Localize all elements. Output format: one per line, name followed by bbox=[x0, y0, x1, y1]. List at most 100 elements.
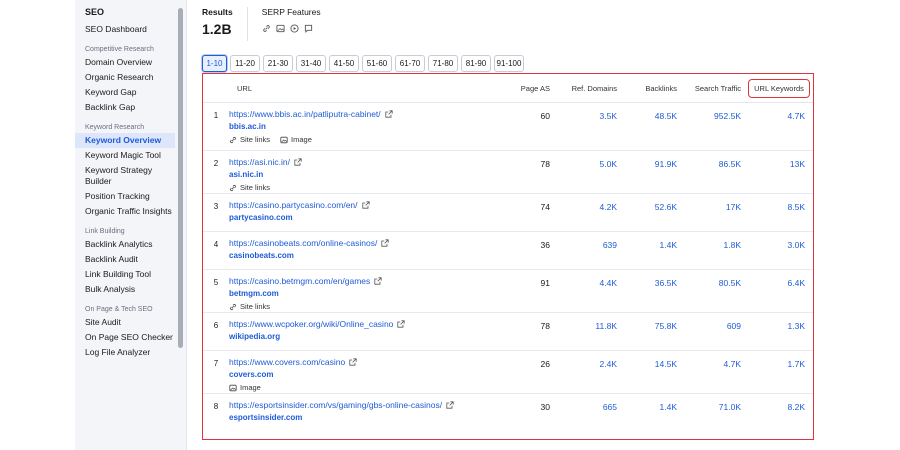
ref-domains-value[interactable]: 639 bbox=[550, 232, 617, 269]
url-keywords-value[interactable]: 3.0K bbox=[741, 232, 811, 269]
page-button-41-50[interactable]: 41-50 bbox=[329, 55, 359, 72]
domain-link[interactable]: betmgm.com bbox=[229, 289, 506, 298]
search-traffic-value[interactable]: 17K bbox=[677, 194, 741, 231]
sidebar-item-keyword-overview[interactable]: Keyword Overview bbox=[75, 133, 175, 148]
ref-domains-value[interactable]: 5.0K bbox=[550, 151, 618, 193]
col-page-as-header[interactable]: Page AS bbox=[506, 84, 550, 93]
row-number: 1 bbox=[213, 111, 219, 120]
image-icon bbox=[276, 24, 285, 33]
page-button-81-90[interactable]: 81-90 bbox=[461, 55, 491, 72]
external-link-icon[interactable] bbox=[294, 158, 302, 166]
sidebar-item-log-file-analyzer[interactable]: Log File Analyzer bbox=[85, 345, 177, 360]
col-search-traffic-header[interactable]: Search Traffic bbox=[677, 84, 741, 93]
sidebar-item-site-audit[interactable]: Site Audit bbox=[85, 315, 177, 330]
url-cell: https://asi.nic.in/asi.nic.in Site links bbox=[229, 151, 506, 193]
col-url-header[interactable]: URL bbox=[203, 84, 506, 93]
page-button-61-70[interactable]: 61-70 bbox=[395, 55, 425, 72]
external-link-icon[interactable] bbox=[397, 320, 406, 328]
sidebar-item-keyword-gap[interactable]: Keyword Gap bbox=[85, 85, 177, 100]
sidebar-item-backlink-audit[interactable]: Backlink Audit bbox=[85, 252, 177, 267]
ref-domains-value[interactable]: 3.5K bbox=[550, 103, 618, 150]
url-link[interactable]: https://asi.nic.in/ bbox=[229, 157, 290, 167]
col-ref-domains-header[interactable]: Ref. Domains bbox=[550, 84, 617, 93]
url-keywords-value[interactable]: 8.5K bbox=[741, 194, 811, 231]
search-traffic-value[interactable]: 80.5K bbox=[677, 270, 741, 312]
page-button-71-80[interactable]: 71-80 bbox=[428, 55, 458, 72]
search-traffic-value[interactable]: 4.7K bbox=[677, 351, 742, 393]
backlinks-value[interactable]: 52.6K bbox=[617, 194, 677, 231]
search-traffic-value[interactable]: 952.5K bbox=[677, 103, 741, 150]
sidebar-item-link-building-tool[interactable]: Link Building Tool bbox=[85, 267, 177, 282]
url-keywords-value[interactable]: 1.3K bbox=[741, 313, 811, 350]
url-keywords-value[interactable]: 13K bbox=[741, 151, 811, 193]
search-traffic-value[interactable]: 71.0K bbox=[677, 394, 741, 424]
url-keywords-value[interactable]: 4.7K bbox=[741, 103, 811, 150]
domain-link[interactable]: bbis.ac.in bbox=[229, 122, 506, 131]
external-link-icon[interactable] bbox=[361, 201, 370, 209]
url-link[interactable]: https://www.covers.com/casino bbox=[229, 357, 345, 367]
external-link-icon[interactable] bbox=[381, 239, 389, 247]
sidebar-item-organic-research[interactable]: Organic Research bbox=[85, 70, 177, 85]
search-traffic-value[interactable]: 86.5K bbox=[677, 151, 741, 193]
search-traffic-value[interactable]: 1.8K bbox=[677, 232, 742, 269]
row-number: 3 bbox=[213, 202, 219, 211]
external-link-icon[interactable] bbox=[385, 110, 393, 118]
sidebar-item-backlink-gap[interactable]: Backlink Gap bbox=[85, 100, 177, 115]
backlinks-value[interactable]: 1.4K bbox=[617, 232, 678, 269]
sidebar-item-on-page-seo-checker[interactable]: On Page SEO Checker bbox=[85, 330, 177, 345]
col-backlinks-header[interactable]: Backlinks bbox=[617, 84, 677, 93]
sidebar-item-seo-dashboard[interactable]: SEO Dashboard bbox=[85, 22, 177, 37]
sidebar-item-bulk-analysis[interactable]: Bulk Analysis bbox=[85, 282, 177, 297]
url-link[interactable]: https://esportsinsider.com/vs/gaming/gbs… bbox=[229, 400, 442, 410]
url-link[interactable]: https://casino.betmgm.com/en/games bbox=[229, 276, 370, 286]
page-button-21-30[interactable]: 21-30 bbox=[263, 55, 293, 72]
search-traffic-value[interactable]: 609 bbox=[677, 313, 741, 350]
sidebar-scrollbar[interactable] bbox=[178, 8, 183, 348]
backlinks-value[interactable]: 48.5K bbox=[617, 103, 677, 150]
domain-link[interactable]: casinobeats.com bbox=[229, 251, 506, 260]
page-button-91-100[interactable]: 91-100 bbox=[494, 55, 524, 72]
ref-domains-value[interactable]: 4.4K bbox=[550, 270, 618, 312]
external-link-icon[interactable] bbox=[349, 358, 357, 366]
domain-link[interactable]: asi.nic.in bbox=[229, 170, 506, 179]
video-icon bbox=[290, 24, 299, 33]
external-link-icon[interactable] bbox=[374, 277, 382, 285]
ref-domains-value[interactable]: 4.2K bbox=[550, 194, 618, 231]
serp-feature-label: Site links bbox=[240, 135, 271, 144]
domain-link[interactable]: partycasino.com bbox=[229, 213, 506, 222]
url-keywords-value[interactable]: 6.4K bbox=[741, 270, 811, 312]
results-table: URL Page AS Ref. Domains Backlinks Searc… bbox=[202, 73, 814, 440]
results-block: Results 1.2B bbox=[202, 7, 248, 41]
domain-link[interactable]: esportsinsider.com bbox=[229, 413, 506, 422]
backlinks-value[interactable]: 75.8K bbox=[617, 313, 677, 350]
serp-feature-label: Image bbox=[291, 135, 312, 144]
url-link[interactable]: https://www.wcpoker.org/wiki/Online_casi… bbox=[229, 319, 393, 329]
domain-link[interactable]: covers.com bbox=[229, 370, 506, 379]
ref-domains-value[interactable]: 665 bbox=[550, 394, 617, 424]
external-link-icon[interactable] bbox=[446, 401, 454, 409]
col-url-keywords-header[interactable]: URL Keywords bbox=[748, 78, 810, 98]
page-button-51-60[interactable]: 51-60 bbox=[362, 55, 392, 72]
backlinks-value[interactable]: 14.5K bbox=[617, 351, 677, 393]
sidebar-item-keyword-strategy-builder[interactable]: Keyword Strategy Builder bbox=[85, 163, 177, 189]
sidebar-item-domain-overview[interactable]: Domain Overview bbox=[85, 55, 177, 70]
sidebar-item-keyword-magic-tool[interactable]: Keyword Magic Tool bbox=[85, 148, 177, 163]
backlinks-value[interactable]: 36.5K bbox=[617, 270, 677, 312]
url-keywords-value[interactable]: 1.7K bbox=[741, 351, 811, 393]
backlinks-value[interactable]: 91.9K bbox=[617, 151, 677, 193]
ref-domains-value[interactable]: 2.4K bbox=[550, 351, 618, 393]
url-link[interactable]: https://casinobeats.com/online-casinos/ bbox=[229, 238, 377, 248]
domain-link[interactable]: wikipedia.org bbox=[229, 332, 506, 341]
url-line: https://casino.partycasino.com/en/ bbox=[229, 200, 506, 210]
sidebar-item-position-tracking[interactable]: Position Tracking bbox=[85, 189, 177, 204]
ref-domains-value[interactable]: 11.8K bbox=[550, 313, 617, 350]
url-keywords-value[interactable]: 8.2K bbox=[741, 394, 811, 424]
sidebar-item-backlink-analytics[interactable]: Backlink Analytics bbox=[85, 237, 177, 252]
page-button-11-20[interactable]: 11-20 bbox=[230, 55, 260, 72]
url-link[interactable]: https://www.bbis.ac.in/patliputra-cabine… bbox=[229, 109, 381, 119]
page-button-31-40[interactable]: 31-40 bbox=[296, 55, 326, 72]
sidebar-item-organic-traffic-insights[interactable]: Organic Traffic Insights bbox=[85, 204, 177, 219]
url-link[interactable]: https://casino.partycasino.com/en/ bbox=[229, 200, 358, 210]
page-button-1-10[interactable]: 1-10 bbox=[202, 55, 227, 72]
backlinks-value[interactable]: 1.4K bbox=[617, 394, 678, 424]
